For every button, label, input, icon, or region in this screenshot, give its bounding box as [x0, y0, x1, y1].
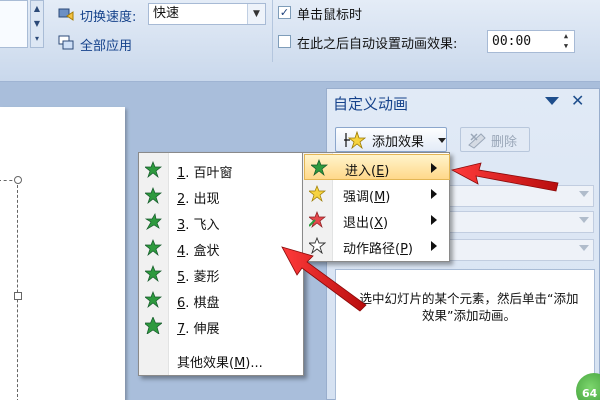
menu-item-exit[interactable]: 退出(X)	[303, 207, 449, 233]
menu-item-suffix: )...	[245, 356, 263, 371]
delete-button[interactable]: 删除	[460, 127, 530, 152]
speed-select[interactable]: 快速 ▼	[148, 3, 266, 25]
menu-item-label: . 飞入	[185, 218, 220, 233]
add-effect-button[interactable]: 添加效果	[335, 127, 447, 152]
menu-item-blinds[interactable]: 1. 百叶窗	[139, 157, 303, 183]
green-star-icon	[311, 159, 328, 176]
apply-all-button[interactable]: 全部应用	[80, 35, 132, 54]
menu-accel: P	[400, 242, 408, 257]
green-star-icon	[145, 213, 162, 230]
gallery-more-icon[interactable]: ▾	[31, 31, 43, 46]
resize-handle[interactable]	[14, 176, 22, 184]
menu-item-label: . 出现	[185, 192, 220, 207]
submenu-arrow-icon	[431, 163, 437, 173]
submenu-arrow-icon	[431, 215, 437, 225]
ribbon: ▲ ▼ ▾ 切换速度: 快速 ▼ 全部应用 ✓ 单击鼠标时 在此之后自动设置动画…	[0, 0, 600, 82]
green-star-icon	[145, 317, 162, 334]
green-star-icon	[145, 265, 162, 282]
menu-item-entrance[interactable]: 进入(E)	[304, 154, 450, 180]
submenu-arrow-icon	[431, 241, 437, 251]
chevron-down-icon	[579, 191, 589, 197]
delete-label: 删除	[491, 135, 518, 150]
menu-item-label: 动作路径(	[343, 242, 401, 257]
chevron-down-icon	[579, 245, 589, 251]
menu-item-label: . 菱形	[185, 270, 220, 285]
property-select[interactable]	[427, 211, 594, 233]
add-effect-icon	[344, 131, 366, 149]
menu-item-checkerboard[interactable]: 6. 棋盘	[139, 287, 303, 313]
add-effect-menu: 进入(E) 强调(M) 退出(X) 动作路径(P)	[302, 152, 450, 262]
green-star-icon	[145, 187, 162, 204]
menu-item-appear[interactable]: 2. 出现	[139, 183, 303, 209]
auto-after-label: 在此之后自动设置动画效果:	[297, 37, 458, 52]
menu-accel: X	[374, 216, 383, 231]
close-icon[interactable]: ✕	[571, 91, 584, 110]
auto-after-checkbox[interactable]	[278, 35, 291, 48]
menu-item-more-effects[interactable]: 其他效果(M)...	[139, 347, 303, 373]
menu-accel: M	[234, 356, 246, 371]
menu-item-label: 进入(	[345, 164, 377, 179]
slide-canvas[interactable]	[0, 107, 125, 400]
menu-item-label: . 伸展	[185, 322, 220, 337]
green-star-icon	[145, 239, 162, 256]
menu-item-label: 强调(	[343, 190, 375, 205]
apply-all-icon	[58, 35, 74, 50]
gallery-up-icon[interactable]: ▲	[31, 1, 43, 16]
menu-item-suffix: )	[407, 242, 413, 257]
speed-label: 切换速度:	[80, 10, 137, 25]
on-click-checkbox[interactable]: ✓	[278, 6, 291, 19]
chevron-down-icon	[579, 217, 589, 223]
chevron-down-icon	[438, 138, 446, 143]
menu-item-label: . 盒状	[185, 244, 220, 259]
menu-item-suffix: )	[384, 164, 390, 179]
entrance-effects-menu: 1. 百叶窗 2. 出现 3. 飞入 4. 盒状 5. 菱形 6. 棋盘 7. …	[138, 152, 304, 376]
pane-title: 自定义动画	[333, 95, 409, 113]
speed-icon	[58, 8, 74, 21]
menu-item-emphasis[interactable]: 强调(M)	[303, 181, 449, 207]
ribbon-divider	[272, 0, 273, 62]
speed-value: 快速	[153, 6, 180, 21]
green-star-icon	[145, 161, 162, 178]
menu-item-label: 其他效果(	[177, 356, 235, 371]
delete-icon	[468, 133, 486, 149]
menu-item-suffix: )	[382, 216, 389, 231]
animation-list[interactable]: 选中幻灯片的某个元素，然后单击“添加效果”添加动画。	[335, 269, 595, 400]
start-select[interactable]	[427, 185, 594, 207]
gallery-scrollbar[interactable]: ▲ ▼ ▾	[30, 0, 44, 48]
menu-accel: M	[374, 190, 386, 205]
auto-after-time-value: 00:00	[492, 34, 532, 49]
transition-gallery[interactable]	[0, 0, 28, 48]
menu-item-fly-in[interactable]: 3. 飞入	[139, 209, 303, 235]
yellow-star-icon	[309, 185, 326, 202]
menu-item-suffix: )	[385, 190, 391, 205]
pane-options-icon[interactable]	[545, 97, 559, 105]
gallery-down-icon[interactable]: ▼	[31, 16, 43, 31]
menu-item-box[interactable]: 4. 盒状	[139, 235, 303, 261]
chevron-down-icon[interactable]: ▼	[247, 4, 265, 24]
green-star-icon	[145, 291, 162, 308]
menu-item-label: . 棋盘	[185, 296, 220, 311]
menu-item-label: . 百叶窗	[185, 166, 233, 181]
submenu-arrow-icon	[431, 189, 437, 199]
on-click-label: 单击鼠标时	[297, 8, 363, 23]
add-effect-label: 添加效果	[372, 135, 425, 150]
outline-star-icon	[309, 237, 326, 254]
menu-item-diamond[interactable]: 5. 菱形	[139, 261, 303, 287]
resize-handle[interactable]	[14, 292, 22, 300]
hint-text: 选中幻灯片的某个元素，然后单击“添加效果”添加动画。	[359, 291, 579, 323]
spinner-icon[interactable]: ▲ ▼	[558, 31, 574, 52]
speed-select[interactable]	[427, 239, 594, 261]
menu-item-label: 退出(	[343, 216, 375, 231]
menu-item-motion-path[interactable]: 动作路径(P)	[303, 233, 449, 259]
menu-item-stretch[interactable]: 7. 伸展	[139, 313, 303, 339]
auto-after-time-input[interactable]: 00:00 ▲ ▼	[487, 30, 575, 53]
red-star-icon	[309, 211, 326, 228]
